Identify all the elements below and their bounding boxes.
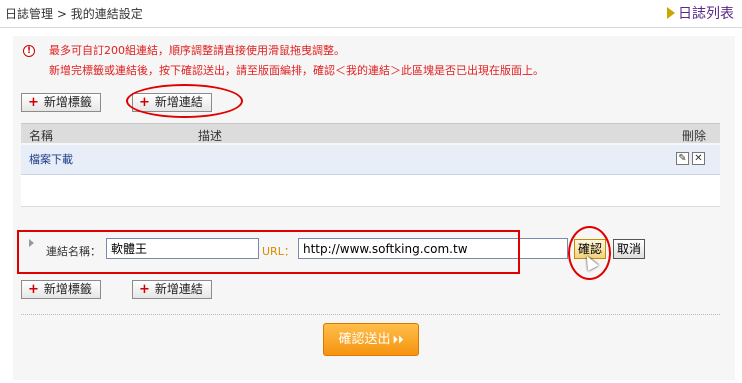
blog-list-link[interactable]: 日誌列表 bbox=[667, 3, 734, 23]
add-label-button-bottom[interactable]: + 新增標籤 bbox=[21, 280, 101, 299]
breadcrumb-root[interactable]: 日誌管理 bbox=[5, 7, 53, 21]
breadcrumb-separator: > bbox=[56, 7, 67, 21]
triangle-right-icon bbox=[667, 7, 675, 19]
warning-icon: ! bbox=[23, 45, 35, 57]
table-header: 名稱 描述 刪除 bbox=[21, 123, 720, 143]
top-divider bbox=[0, 27, 742, 28]
dotted-divider bbox=[21, 314, 720, 315]
header-name: 名稱 bbox=[29, 129, 54, 143]
header-description: 描述 bbox=[198, 129, 223, 143]
add-link-text-bottom: 新增連結 bbox=[154, 282, 203, 296]
plus-icon: + bbox=[28, 282, 39, 297]
row-name[interactable]: 檔案下載 bbox=[29, 151, 73, 167]
highlight-ring-add-link bbox=[126, 84, 243, 118]
notice-line-2: 新增完標籤或連結後，按下確認送出，請至版面編排，確認＜我的連結＞此區塊是否已出現… bbox=[49, 64, 544, 77]
plus-icon: + bbox=[28, 95, 39, 110]
edit-icon[interactable]: ✎ bbox=[676, 152, 689, 165]
add-label-button[interactable]: + 新增標籤 bbox=[21, 93, 101, 112]
breadcrumb-current: 我的連結設定 bbox=[70, 7, 143, 21]
header-delete: 刪除 bbox=[681, 129, 706, 143]
highlight-box-form bbox=[17, 230, 520, 274]
blog-list-label[interactable]: 日誌列表 bbox=[678, 6, 734, 22]
cancel-button[interactable]: 取消 bbox=[613, 239, 646, 259]
add-label-text-bottom: 新增標籤 bbox=[43, 282, 92, 296]
plus-icon: + bbox=[139, 282, 150, 297]
table-row[interactable]: 檔案下載 ✎ ✕ bbox=[21, 145, 720, 175]
add-link-button-bottom[interactable]: + 新增連結 bbox=[132, 280, 212, 299]
submit-button[interactable]: 確認送出 ⏵⏵ bbox=[323, 323, 419, 356]
table-empty-area bbox=[21, 175, 720, 207]
submit-label: 確認送出 bbox=[338, 332, 391, 347]
top-bar: 日誌管理 > 我的連結設定 日誌列表 bbox=[0, 0, 742, 26]
breadcrumb: 日誌管理 > 我的連結設定 bbox=[5, 5, 143, 22]
add-label-text: 新增標籤 bbox=[43, 95, 92, 109]
delete-icon[interactable]: ✕ bbox=[692, 152, 705, 165]
double-arrow-icon: ⏵⏵ bbox=[392, 333, 404, 346]
notice-line-1: 最多可自訂200組連結，順序調整請直接使用滑鼠拖曳調整。 bbox=[49, 44, 345, 57]
link-settings-panel: ! 最多可自訂200組連結，順序調整請直接使用滑鼠拖曳調整。 新增完標籤或連結後… bbox=[13, 36, 735, 380]
